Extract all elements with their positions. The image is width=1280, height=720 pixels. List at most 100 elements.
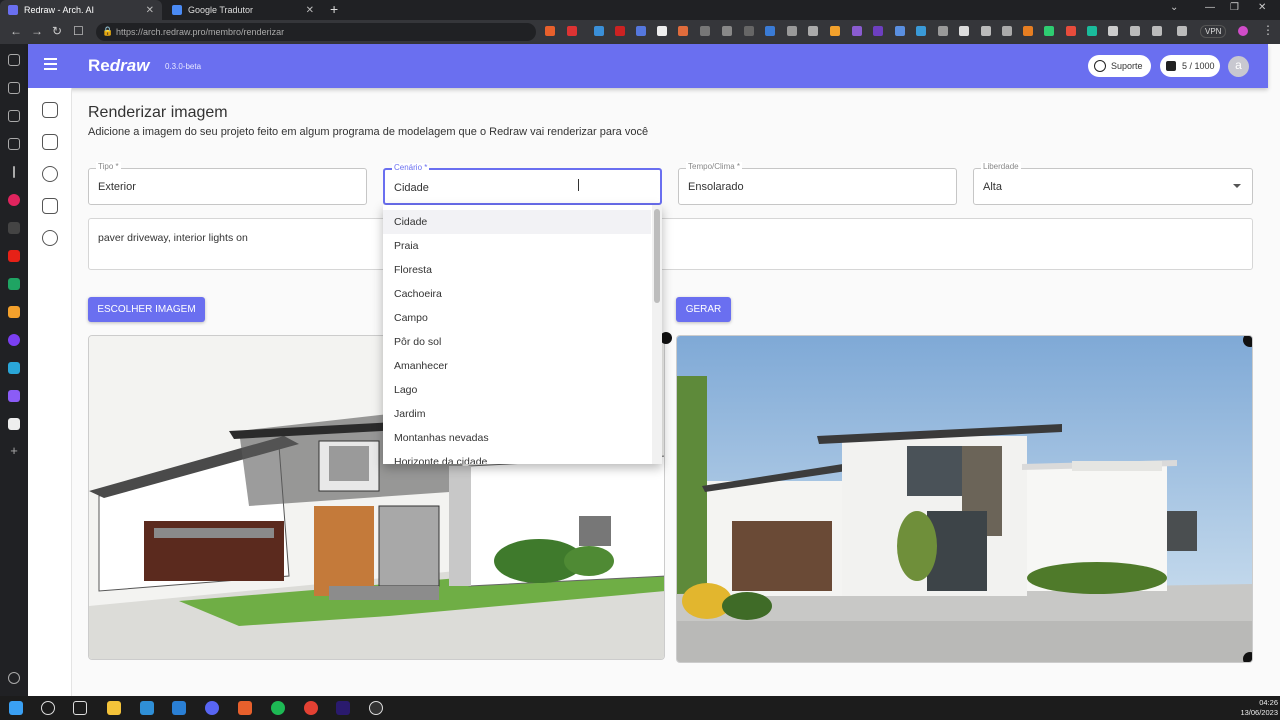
support-button[interactable]: Suporte xyxy=(1088,55,1151,77)
option-lago[interactable]: Lago xyxy=(383,378,651,402)
brave-shield-icon[interactable] xyxy=(545,26,555,36)
restore-icon[interactable]: ❐ xyxy=(1230,2,1239,13)
pinterest-icon[interactable] xyxy=(8,194,20,206)
app-logo[interactable]: Redraw xyxy=(88,56,149,76)
download-icon[interactable] xyxy=(1243,652,1252,662)
minimize-icon[interactable]: — xyxy=(1205,2,1215,13)
tab-manager-icon[interactable] xyxy=(8,54,20,66)
extension-icon[interactable] xyxy=(1023,26,1033,36)
windows-start-icon[interactable] xyxy=(9,701,23,715)
liberdade-select[interactable]: Liberdade Alta xyxy=(973,162,1253,205)
notion-icon[interactable] xyxy=(8,418,20,430)
font-icon[interactable] xyxy=(8,222,20,234)
settings-icon[interactable] xyxy=(8,672,20,684)
app-icon[interactable] xyxy=(8,306,20,318)
cenario-select[interactable]: Cenário * Cidade xyxy=(383,163,662,205)
option-praia[interactable]: Praia xyxy=(383,234,651,258)
output-image[interactable] xyxy=(676,335,1253,663)
system-clock[interactable]: 04:26 13/06/2023 xyxy=(1228,698,1278,718)
tab-google-tradutor[interactable]: Google Tradutor ✕ xyxy=(164,0,322,20)
search-icon[interactable] xyxy=(41,701,55,715)
extension-icon[interactable] xyxy=(1044,26,1054,36)
sheets-icon[interactable] xyxy=(8,278,20,290)
extension-icon[interactable] xyxy=(657,26,667,36)
app-icon[interactable] xyxy=(8,362,20,374)
option-campo[interactable]: Campo xyxy=(383,306,651,330)
reload-icon[interactable]: ↻ xyxy=(52,24,62,38)
github-icon[interactable] xyxy=(369,701,383,715)
back-icon[interactable]: ← xyxy=(10,24,22,38)
add-icon[interactable]: + xyxy=(8,444,20,458)
extension-icon[interactable] xyxy=(722,26,732,36)
extension-icon[interactable] xyxy=(916,26,926,36)
sofa-icon[interactable] xyxy=(42,198,58,214)
reading-list-icon[interactable] xyxy=(8,138,20,150)
premiere-icon[interactable] xyxy=(336,701,350,715)
close-tab-icon[interactable]: ✕ xyxy=(306,5,314,16)
prompt-textarea[interactable]: paver driveway, interior lights on xyxy=(88,218,1253,270)
option-horizonte-da-cidade[interactable]: Horizonte da cidade xyxy=(383,450,651,464)
sidebar-toggle-icon[interactable] xyxy=(1152,26,1162,36)
extension-icon[interactable] xyxy=(873,26,883,36)
extension-icon[interactable] xyxy=(895,26,905,36)
menu-icon[interactable]: ⋮ xyxy=(1262,23,1274,37)
puzzle-icon[interactable] xyxy=(42,134,58,150)
new-tab-icon[interactable]: + xyxy=(330,1,338,17)
extension-icon[interactable] xyxy=(959,26,969,36)
option-cidade[interactable]: Cidade xyxy=(383,210,651,234)
discord-icon[interactable] xyxy=(205,701,219,715)
close-window-icon[interactable]: ✕ xyxy=(1258,2,1266,13)
render-icon[interactable] xyxy=(42,102,58,118)
extension-icon[interactable] xyxy=(744,26,754,36)
extension-icon[interactable] xyxy=(830,26,840,36)
extension-icon[interactable] xyxy=(678,26,688,36)
option-floresta[interactable]: Floresta xyxy=(383,258,651,282)
hamburger-menu-icon[interactable] xyxy=(44,58,57,70)
tempo-select[interactable]: Tempo/Clima * Ensolarado xyxy=(678,162,957,205)
tipo-select[interactable]: Tipo * Exterior xyxy=(88,162,367,205)
option-montanhas-nevadas[interactable]: Montanhas nevadas xyxy=(383,426,651,450)
close-tab-icon[interactable]: ✕ xyxy=(146,5,154,16)
avatar[interactable]: a xyxy=(1228,56,1249,77)
extension-icon[interactable] xyxy=(700,26,710,36)
task-view-icon[interactable] xyxy=(73,701,87,715)
option-jardim[interactable]: Jardim xyxy=(383,402,651,426)
extension-icon[interactable] xyxy=(1066,26,1076,36)
dropdown-scrollbar[interactable] xyxy=(652,205,662,464)
extension-icon[interactable] xyxy=(808,26,818,36)
mail-icon[interactable] xyxy=(140,701,154,715)
credits-button[interactable]: 5 / 1000 xyxy=(1160,55,1220,77)
extension-icon[interactable] xyxy=(787,26,797,36)
option-cachoeira[interactable]: Cachoeira xyxy=(383,282,651,306)
extension-icon[interactable] xyxy=(938,26,948,36)
wallet-icon[interactable] xyxy=(8,82,20,94)
lightbulb-icon[interactable] xyxy=(42,230,58,246)
extension-icon[interactable] xyxy=(852,26,862,36)
brave-icon[interactable] xyxy=(238,701,252,715)
bookmark-icon[interactable]: ☐ xyxy=(73,24,84,38)
app-icon[interactable] xyxy=(8,390,20,402)
option-amanhecer[interactable]: Amanhecer xyxy=(383,354,651,378)
wallet-icon[interactable] xyxy=(1177,26,1187,36)
url-input[interactable]: 🔒 https://arch.redraw.pro/membro/renderi… xyxy=(96,23,536,41)
tab-search-icon[interactable]: ⌄ xyxy=(1170,2,1178,13)
bookmarks-icon[interactable] xyxy=(8,110,20,122)
option-por-do-sol[interactable]: Pôr do sol xyxy=(383,330,651,354)
puzzle-icon[interactable] xyxy=(1108,26,1118,36)
file-explorer-icon[interactable] xyxy=(107,701,121,715)
extension-icon[interactable] xyxy=(636,26,646,36)
choose-image-button[interactable]: ESCOLHER IMAGEM xyxy=(88,297,205,322)
vscode-icon[interactable] xyxy=(172,701,186,715)
extension-icon[interactable] xyxy=(1087,26,1097,36)
forward-icon[interactable]: → xyxy=(31,24,43,38)
tab-redraw[interactable]: Redraw - Arch. AI ✕ xyxy=(0,0,162,20)
extension-icon[interactable] xyxy=(765,26,775,36)
app-icon[interactable] xyxy=(8,334,20,346)
chrome-icon[interactable] xyxy=(304,701,318,715)
extension-icon[interactable] xyxy=(567,26,577,36)
extension-icon[interactable] xyxy=(615,26,625,36)
vpn-button[interactable]: VPN xyxy=(1200,25,1227,38)
profile-icon[interactable] xyxy=(1238,26,1248,36)
extension-icon[interactable] xyxy=(1002,26,1012,36)
extension-icon[interactable] xyxy=(594,26,604,36)
